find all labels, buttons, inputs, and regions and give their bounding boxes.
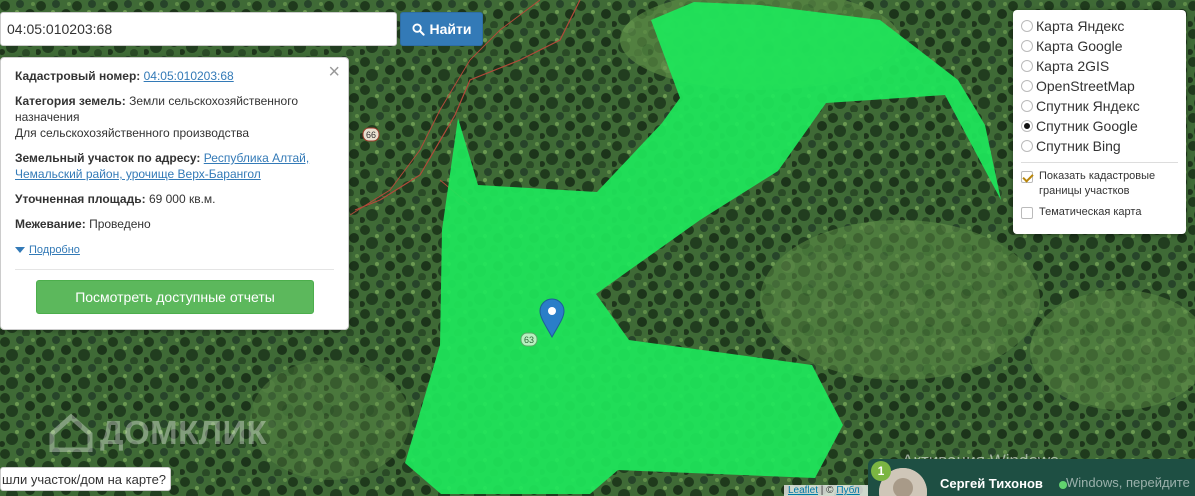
layer-option-4[interactable]: Спутник Яндекс	[1021, 96, 1178, 116]
layer-option-1[interactable]: Карта Google	[1021, 36, 1178, 56]
find-on-map-prompt[interactable]: шли участок/дом на карте?	[0, 467, 171, 491]
view-reports-button[interactable]: Посмотреть доступные отчеты	[36, 280, 314, 314]
house-logo-icon	[49, 414, 93, 452]
search-button-label: Найти	[429, 21, 472, 37]
category-label: Категория земель:	[15, 94, 126, 108]
layer-radio[interactable]	[1021, 100, 1033, 112]
layer-radio[interactable]	[1021, 140, 1033, 152]
address-row: Земельный участок по адресу: Республика …	[15, 150, 334, 182]
search-icon	[411, 22, 425, 36]
area-row: Уточненная площадь: 69 000 кв.м.	[15, 191, 334, 207]
leaflet-link[interactable]: Leaflet	[788, 485, 818, 496]
layer-radio[interactable]	[1021, 40, 1033, 52]
thematic-map-checkbox[interactable]	[1021, 207, 1033, 219]
svg-text:63: 63	[524, 335, 534, 345]
caret-down-icon	[15, 247, 25, 253]
layer-option-label: Карта Яндекс	[1036, 18, 1125, 34]
watermark-text: ДОМКЛИК	[100, 414, 268, 451]
show-boundaries-toggle[interactable]: Показать кадастровые границы участков	[1021, 169, 1178, 199]
windows-activation-subtitle-wrap: Windows, перейдите	[1066, 475, 1190, 491]
domclick-watermark: ДОМКЛИК	[48, 414, 267, 452]
show-boundaries-checkbox[interactable]	[1021, 171, 1033, 183]
survey-label: Межевание:	[15, 217, 86, 231]
cadastral-label: Кадастровый номер:	[15, 69, 141, 83]
category-row: Категория земель: Земли сельскохозяйстве…	[15, 93, 334, 141]
layer-option-2[interactable]: Карта 2GIS	[1021, 56, 1178, 76]
layer-list: Карта Яндекс Карта Google Карта 2GIS OpenSt…	[1021, 16, 1178, 156]
attribution-link[interactable]: Публ	[836, 485, 859, 496]
address-label: Земельный участок по адресу:	[15, 151, 201, 165]
area-value: 69 000 кв.м.	[148, 192, 216, 206]
survey-value: Проведено	[89, 217, 151, 231]
attribution-separator: | ©	[818, 485, 837, 496]
area-label: Уточненная площадь:	[15, 192, 146, 206]
cadastral-row: Кадастровый номер: 04:05:010203:68	[15, 68, 334, 84]
layer-option-label: Спутник Яндекс	[1036, 98, 1140, 114]
layer-option-label: Карта Google	[1036, 38, 1123, 54]
search-input[interactable]	[0, 12, 397, 46]
layer-radio[interactable]	[1021, 20, 1033, 32]
layer-option-6[interactable]: Спутник Bing	[1021, 136, 1178, 156]
svg-text:66: 66	[366, 130, 376, 140]
map-attribution: Leaflet | © Публ	[784, 485, 874, 496]
layer-option-label: Карта 2GIS	[1036, 58, 1110, 74]
road-badge-63: 63	[520, 332, 538, 347]
layer-option-3[interactable]: OpenStreetMap	[1021, 76, 1178, 96]
windows-activation-subtitle: Windows, перейдите	[1066, 475, 1190, 490]
thematic-map-label: Тематическая карта	[1039, 206, 1142, 218]
details-link[interactable]: Подробно	[15, 242, 80, 258]
layer-option-5[interactable]: Спутник Google	[1021, 116, 1178, 136]
survey-row: Межевание: Проведено	[15, 216, 334, 232]
find-on-map-text: шли участок/дом на карте?	[2, 471, 167, 487]
close-icon[interactable]: ×	[328, 62, 340, 82]
layer-radio[interactable]	[1021, 60, 1033, 72]
chat-agent-name: Сергей Тихонов	[940, 476, 1043, 491]
layer-option-label: Спутник Bing	[1036, 138, 1121, 154]
details-link-label: Подробно	[29, 244, 80, 256]
layer-control: Карта Яндекс Карта Google Карта 2GIS OpenSt…	[1013, 10, 1186, 234]
parcel-info-panel: × Кадастровый номер: 04:05:010203:68 Кат…	[0, 57, 349, 330]
layer-option-label: Спутник Google	[1036, 118, 1138, 134]
cadastral-number-link[interactable]: 04:05:010203:68	[144, 69, 234, 83]
divider	[15, 269, 334, 270]
search-button[interactable]: Найти	[400, 12, 483, 46]
layer-radio[interactable]	[1021, 80, 1033, 92]
layer-radio[interactable]	[1021, 120, 1033, 132]
divider	[1021, 162, 1178, 163]
layer-option-0[interactable]: Карта Яндекс	[1021, 16, 1178, 36]
thematic-map-toggle[interactable]: Тематическая карта	[1021, 205, 1178, 220]
online-status-dot	[1059, 481, 1067, 489]
road-badge-66: 66	[362, 127, 380, 142]
show-boundaries-label: Показать кадастровые границы участков	[1039, 170, 1156, 197]
chat-unread-badge: 1	[871, 461, 891, 481]
category-use: Для сельскохозяйственного производства	[15, 126, 250, 140]
layer-option-label: OpenStreetMap	[1036, 78, 1135, 94]
